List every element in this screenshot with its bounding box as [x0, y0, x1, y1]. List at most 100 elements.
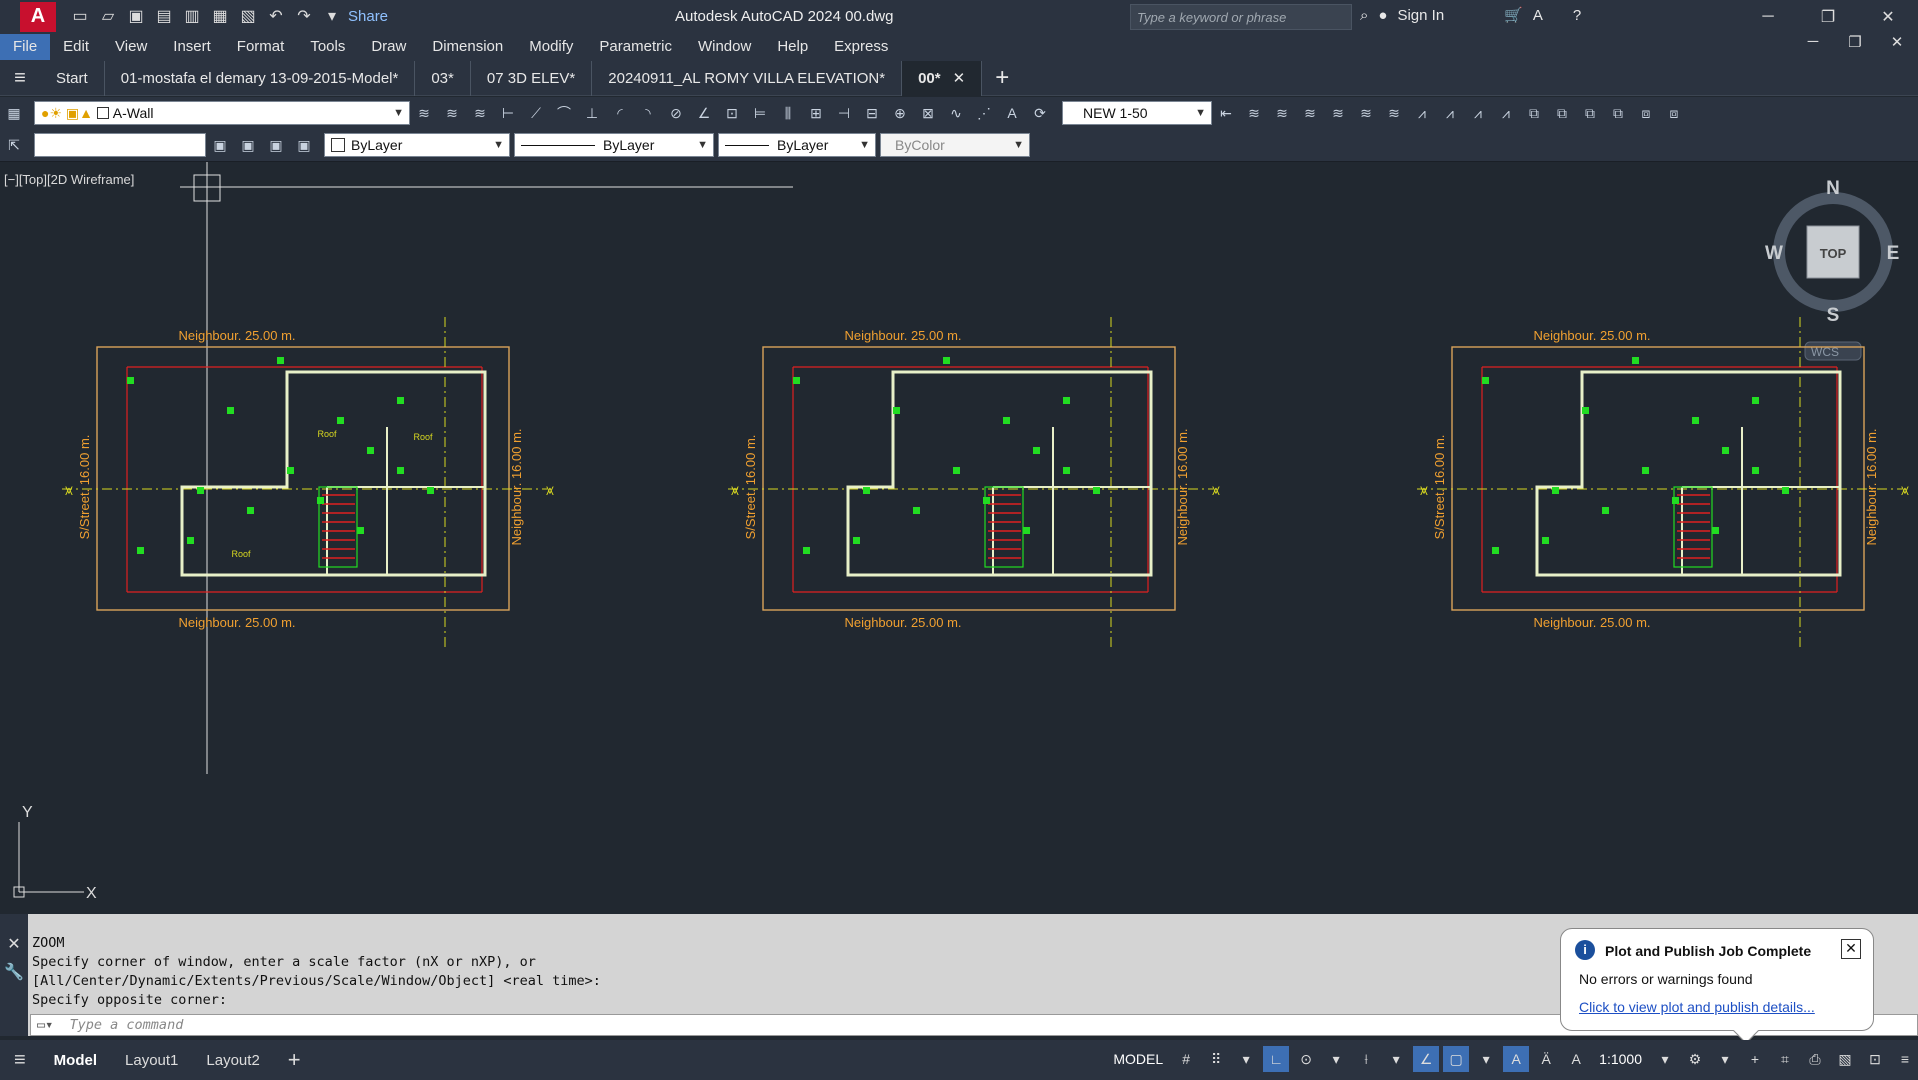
customize-command-icon[interactable]: 🔧 — [4, 962, 24, 982]
layer-dropdown[interactable]: ●☀ ▣▲ A-Wall ▼ — [34, 101, 410, 125]
isodraft-menu-icon[interactable]: ▾ — [1383, 1046, 1409, 1072]
autocad-logo-icon[interactable]: A — [20, 1, 56, 32]
center-mark-icon[interactable]: ⊕ — [888, 102, 912, 124]
help-icon[interactable]: ? — [1573, 7, 1581, 24]
inspect-icon[interactable]: ⊠ — [916, 102, 940, 124]
layer-tool-3-icon[interactable]: ≋ — [468, 102, 492, 124]
file-tab[interactable]: 01-mostafa el demary 13-09-2015-Model* — [105, 60, 416, 96]
layer-properties-icon[interactable]: ▦ — [2, 102, 26, 124]
osnap-menu-icon[interactable]: ▾ — [1473, 1046, 1499, 1072]
menu-view[interactable]: View — [102, 34, 160, 60]
doc-restore-button[interactable]: ❐ — [1834, 33, 1876, 51]
dim-break-icon[interactable]: ⊣ — [832, 102, 856, 124]
quick-dim-icon[interactable]: ⊡ — [720, 102, 744, 124]
layer-walk-4-icon[interactable]: ⩘ — [1494, 102, 1518, 124]
search-icon[interactable]: ⌕ — [1360, 7, 1368, 24]
menu-format[interactable]: Format — [224, 34, 298, 60]
menu-window[interactable]: Window — [685, 34, 764, 60]
dim-baseline-icon[interactable]: ⊨ — [748, 102, 772, 124]
menu-parametric[interactable]: Parametric — [586, 34, 685, 60]
grid-icon[interactable]: # — [1173, 1046, 1199, 1072]
annotation-monitor-icon[interactable]: + — [1742, 1046, 1768, 1072]
draworder-3-icon[interactable]: ⧉ — [1578, 102, 1602, 124]
layer-walk-2-icon[interactable]: ⩘ — [1438, 102, 1462, 124]
make-current-icon[interactable]: ⇱ — [2, 134, 26, 156]
dim-text-edit-icon[interactable]: A — [1000, 102, 1024, 124]
tab-layout1[interactable]: Layout1 — [111, 1052, 192, 1069]
tab-model[interactable]: Model — [40, 1052, 111, 1069]
isodraft-icon[interactable]: ⟊ — [1353, 1046, 1379, 1072]
annotation-scale-value[interactable]: 1:1000 — [1593, 1046, 1648, 1072]
drawing-viewport[interactable]: [−][Top][2D Wireframe] TOP N S E W WCS Y… — [0, 162, 1918, 914]
text-front-icon[interactable]: ⧈ — [1634, 102, 1658, 124]
layer-state-1-icon[interactable]: ≋ — [1242, 102, 1266, 124]
object-snap-icon[interactable]: ▢ — [1443, 1046, 1470, 1072]
viewcube[interactable]: TOP N S E W WCS — [1765, 178, 1899, 361]
menu-tools[interactable]: Tools — [297, 34, 358, 60]
dim-ordinate-icon[interactable]: ⊥ — [580, 102, 604, 124]
named-views-3-icon[interactable]: ▣ — [264, 134, 288, 156]
file-tab[interactable]: 07 3D ELEV* — [471, 60, 593, 96]
snap-menu-icon[interactable]: ▾ — [1233, 1046, 1259, 1072]
plot-status-icon[interactable]: ⎙ — [1802, 1046, 1828, 1072]
draworder-4-icon[interactable]: ⧉ — [1606, 102, 1630, 124]
polar-menu-icon[interactable]: ▾ — [1323, 1046, 1349, 1072]
dimstyle-dropdown[interactable]: NEW 1-50 ▼ — [1062, 101, 1212, 125]
clean-screen-icon[interactable]: ⊡ — [1862, 1046, 1888, 1072]
hamburger-menu-icon[interactable]: ≡ — [0, 67, 40, 90]
draworder-2-icon[interactable]: ⧉ — [1550, 102, 1574, 124]
maximize-button[interactable]: ❐ — [1798, 0, 1858, 33]
annotation-scale-icon[interactable]: A — [1563, 1046, 1589, 1072]
redo-icon[interactable]: ↷ — [294, 7, 314, 27]
export-icon[interactable]: ▦ — [210, 7, 230, 27]
named-views-2-icon[interactable]: ▣ — [236, 134, 260, 156]
dim-arc-icon[interactable]: ⌒ — [552, 102, 576, 124]
layer-walk-1-icon[interactable]: ⩘ — [1410, 102, 1434, 124]
layer-state-3-icon[interactable]: ≋ — [1298, 102, 1322, 124]
sign-in-button[interactable]: Sign In — [1397, 7, 1444, 24]
autodesk-icon[interactable]: A — [1533, 7, 1543, 24]
user-icon[interactable]: ● — [1378, 7, 1387, 24]
recent-commands-icon[interactable]: ▭▾ — [37, 1017, 53, 1033]
dim-continue-icon[interactable]: ⫼ — [776, 102, 800, 124]
dim-aligned-icon[interactable]: ⟋ — [524, 102, 548, 124]
menu-modify[interactable]: Modify — [516, 34, 586, 60]
undo-icon[interactable]: ↶ — [266, 7, 286, 27]
layer-tool-2-icon[interactable]: ≋ — [440, 102, 464, 124]
file-tab[interactable]: Start — [40, 60, 105, 96]
save-icon[interactable]: ▣ — [126, 7, 146, 27]
menu-express[interactable]: Express — [821, 34, 901, 60]
hatch-back-icon[interactable]: ⧈ — [1662, 102, 1686, 124]
new-file-icon[interactable]: ▭ — [70, 7, 90, 27]
linetype-dropdown[interactable]: ByLayer ▼ — [514, 133, 714, 157]
named-views-4-icon[interactable]: ▣ — [292, 134, 316, 156]
file-tab[interactable]: 00* ✕ — [902, 60, 983, 96]
menu-help[interactable]: Help — [764, 34, 821, 60]
open-file-icon[interactable]: ▱ — [98, 7, 118, 27]
layer-translate-icon[interactable]: ▧ — [1832, 1046, 1858, 1072]
scale-menu-icon[interactable]: ▾ — [1652, 1046, 1678, 1072]
model-space-button[interactable]: MODEL — [1107, 1046, 1169, 1072]
notification-close-button[interactable]: ✕ — [1841, 939, 1861, 959]
dim-radius-icon[interactable]: ◜ — [608, 102, 632, 124]
tab-layout2[interactable]: Layout2 — [192, 1052, 273, 1069]
dim-jogged-icon[interactable]: ◝ — [636, 102, 660, 124]
lineweight-dropdown[interactable]: ByLayer ▼ — [718, 133, 876, 157]
dim-update-icon[interactable]: ⟳ — [1028, 102, 1052, 124]
customize-qa-icon[interactable]: ▾ — [322, 7, 342, 27]
layer-walk-3-icon[interactable]: ⩘ — [1466, 102, 1490, 124]
menu-edit[interactable]: Edit — [50, 34, 102, 60]
tolerance-icon[interactable]: ⊟ — [860, 102, 884, 124]
layer-state-5-icon[interactable]: ≋ — [1354, 102, 1378, 124]
polar-icon[interactable]: ⊙ — [1293, 1046, 1319, 1072]
layer-state-6-icon[interactable]: ≋ — [1382, 102, 1406, 124]
dim-edit-icon[interactable]: ⋰ — [972, 102, 996, 124]
units-icon[interactable]: ⌗ — [1772, 1046, 1798, 1072]
menu-dimension[interactable]: Dimension — [419, 34, 516, 60]
new-tab-icon[interactable]: + — [982, 64, 1022, 92]
annotation-visibility-icon[interactable]: A — [1503, 1046, 1530, 1072]
object-snap-tracking-icon[interactable]: ∠ — [1413, 1046, 1440, 1072]
menu-file[interactable]: File — [0, 34, 51, 60]
share-button[interactable]: Share — [348, 8, 388, 25]
file-tab[interactable]: 20240911_AL ROMY VILLA ELEVATION* — [592, 60, 903, 96]
